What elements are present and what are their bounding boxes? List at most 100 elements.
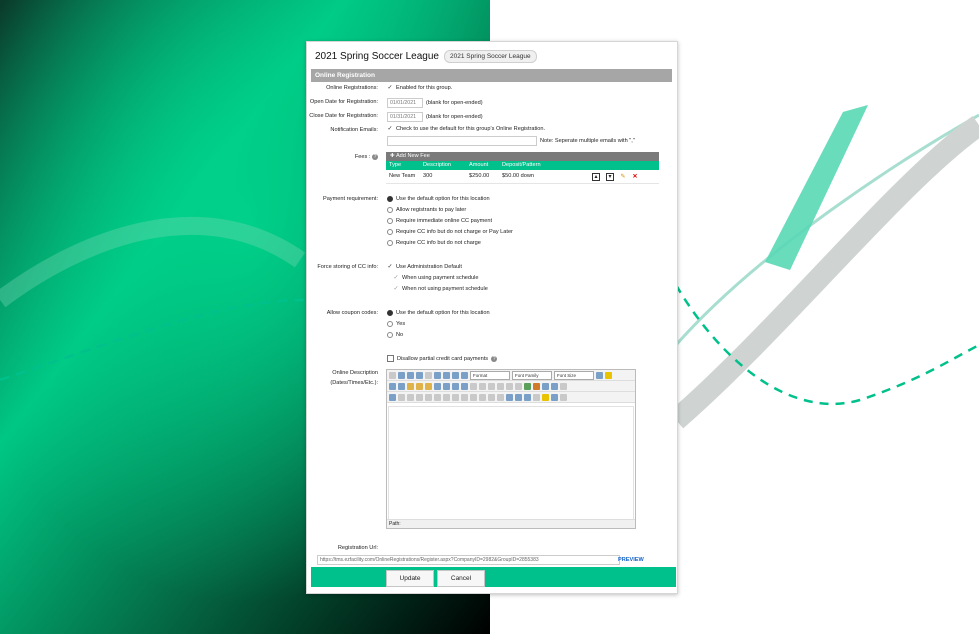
align-right-icon[interactable] (452, 371, 459, 379)
preview-link[interactable]: PREVIEW (618, 555, 644, 565)
split-cells-icon[interactable] (470, 393, 477, 401)
highlight-icon[interactable] (605, 371, 612, 379)
superscript-icon[interactable] (524, 393, 531, 401)
check-icon[interactable]: ✓ (393, 286, 399, 292)
delete-icon[interactable]: ✕ (632, 174, 638, 180)
insert-row-before-icon[interactable] (416, 393, 423, 401)
payment-requirement-label: Payment requirement: (322, 196, 378, 202)
payment-radio-default[interactable] (387, 196, 393, 202)
unlink-icon[interactable] (515, 382, 522, 390)
cut-icon[interactable] (389, 382, 396, 390)
anchor-icon[interactable] (524, 382, 531, 390)
paste-word-icon[interactable] (425, 382, 432, 390)
replace-icon[interactable] (443, 382, 450, 390)
justify-icon[interactable] (461, 371, 468, 379)
close-date-label: Close Date for Registration: (309, 113, 378, 119)
edit-pencil-icon[interactable]: ✎ (620, 174, 626, 180)
move-up-icon[interactable]: ▴ (592, 172, 600, 181)
link-icon[interactable] (506, 382, 513, 390)
help-icon[interactable]: ? (372, 154, 378, 160)
cancel-button[interactable]: Cancel (437, 570, 485, 587)
delete-col-icon[interactable] (461, 393, 468, 401)
cell-props-icon[interactable] (407, 393, 414, 401)
new-document-icon[interactable] (389, 371, 396, 379)
disallow-partial-checkbox[interactable] (387, 355, 394, 362)
notification-default-text: Check to use the default for this group'… (396, 126, 546, 132)
visual-aid-icon[interactable] (506, 393, 513, 401)
special-char-icon[interactable] (533, 393, 540, 401)
horizontal-rule-icon[interactable] (488, 393, 495, 401)
help-icon[interactable]: ? (491, 355, 498, 362)
col-type: Type (389, 162, 402, 168)
cc-option-label: When using payment schedule (402, 275, 479, 281)
font-family-select[interactable]: Font Family (512, 370, 552, 380)
numbered-list-icon[interactable] (461, 382, 468, 390)
update-button[interactable]: Update (386, 570, 434, 587)
coupon-option-label: Use the default option for this location (396, 310, 490, 316)
check-icon[interactable]: ✓ (387, 264, 393, 270)
group-selector[interactable]: 2021 Spring Soccer League (443, 49, 537, 63)
move-down-icon[interactable]: ▾ (606, 172, 614, 181)
indent-icon[interactable] (479, 382, 486, 390)
open-date-input[interactable]: 01/01/2021 (387, 98, 423, 108)
title-row: 2021 Spring Soccer League 2021 Spring So… (315, 48, 537, 64)
table-icon[interactable] (389, 393, 396, 401)
bullet-list-icon[interactable] (452, 382, 459, 390)
payment-option-label: Require CC info but do not charge or Pay… (396, 229, 513, 235)
text-color-icon[interactable] (596, 371, 603, 379)
italic-icon[interactable] (407, 371, 414, 379)
remove-format-icon[interactable] (497, 393, 504, 401)
image-icon[interactable] (533, 382, 540, 390)
description-editor-area[interactable] (388, 406, 634, 520)
outdent-icon[interactable] (470, 382, 477, 390)
align-left-icon[interactable] (434, 371, 441, 379)
check-icon[interactable]: ✓ (387, 126, 393, 132)
bold-icon[interactable] (398, 371, 405, 379)
open-date-label: Open Date for Registration: (309, 99, 378, 105)
media-icon[interactable] (551, 393, 558, 401)
description-label: Online Description (332, 370, 378, 376)
spellcheck-icon[interactable] (560, 382, 567, 390)
paste-text-icon[interactable] (416, 382, 423, 390)
subscript-icon[interactable] (515, 393, 522, 401)
coupon-radio-yes[interactable] (387, 321, 393, 327)
payment-radio-immediate[interactable] (387, 218, 393, 224)
insert-col-after-icon[interactable] (452, 393, 459, 401)
add-new-fee-button[interactable]: ✚ Add New Fee (386, 152, 659, 161)
paste-icon[interactable] (407, 382, 414, 390)
format-select[interactable]: Format (470, 370, 510, 380)
find-icon[interactable] (434, 382, 441, 390)
editor-toolbar-row-1: Format Font Family Font Size (387, 370, 635, 381)
merge-cells-icon[interactable] (479, 393, 486, 401)
print-icon[interactable] (560, 393, 567, 401)
delete-row-icon[interactable] (434, 393, 441, 401)
registration-url-input[interactable]: https://tms.ezfacility.com/OnlineRegistr… (317, 555, 620, 565)
check-icon[interactable]: ✓ (393, 275, 399, 281)
help-circle-icon[interactable] (542, 382, 549, 390)
coupon-radio-default[interactable] (387, 310, 393, 316)
copy-icon[interactable] (398, 382, 405, 390)
font-size-select[interactable]: Font Size (554, 370, 594, 380)
force-cc-storage-label: Force storing of CC info: (317, 264, 378, 270)
emoticon-icon[interactable] (542, 393, 549, 401)
insert-col-before-icon[interactable] (443, 393, 450, 401)
col-deposit: Deposit/Pattern (502, 162, 541, 168)
coupon-radio-no[interactable] (387, 332, 393, 338)
html-icon[interactable] (551, 382, 558, 390)
notification-emails-input[interactable] (387, 136, 537, 146)
registration-panel: 2021 Spring Soccer League 2021 Spring So… (306, 41, 678, 594)
coupon-codes-label: Allow coupon codes: (326, 310, 378, 316)
redo-icon[interactable] (497, 382, 504, 390)
payment-radio-cc-no-charge[interactable] (387, 240, 393, 246)
undo-icon[interactable] (488, 382, 495, 390)
table-row: New Team 300 $250.00 $50.00 down ▴ ▾ ✎ ✕ (386, 170, 659, 184)
row-props-icon[interactable] (398, 393, 405, 401)
insert-row-after-icon[interactable] (425, 393, 432, 401)
strikethrough-icon[interactable] (425, 371, 432, 379)
close-date-input[interactable]: 01/31/2021 (387, 112, 423, 122)
check-icon[interactable]: ✓ (387, 85, 393, 91)
payment-radio-later[interactable] (387, 207, 393, 213)
align-center-icon[interactable] (443, 371, 450, 379)
underline-icon[interactable] (416, 371, 423, 379)
payment-radio-cc-or-later[interactable] (387, 229, 393, 235)
